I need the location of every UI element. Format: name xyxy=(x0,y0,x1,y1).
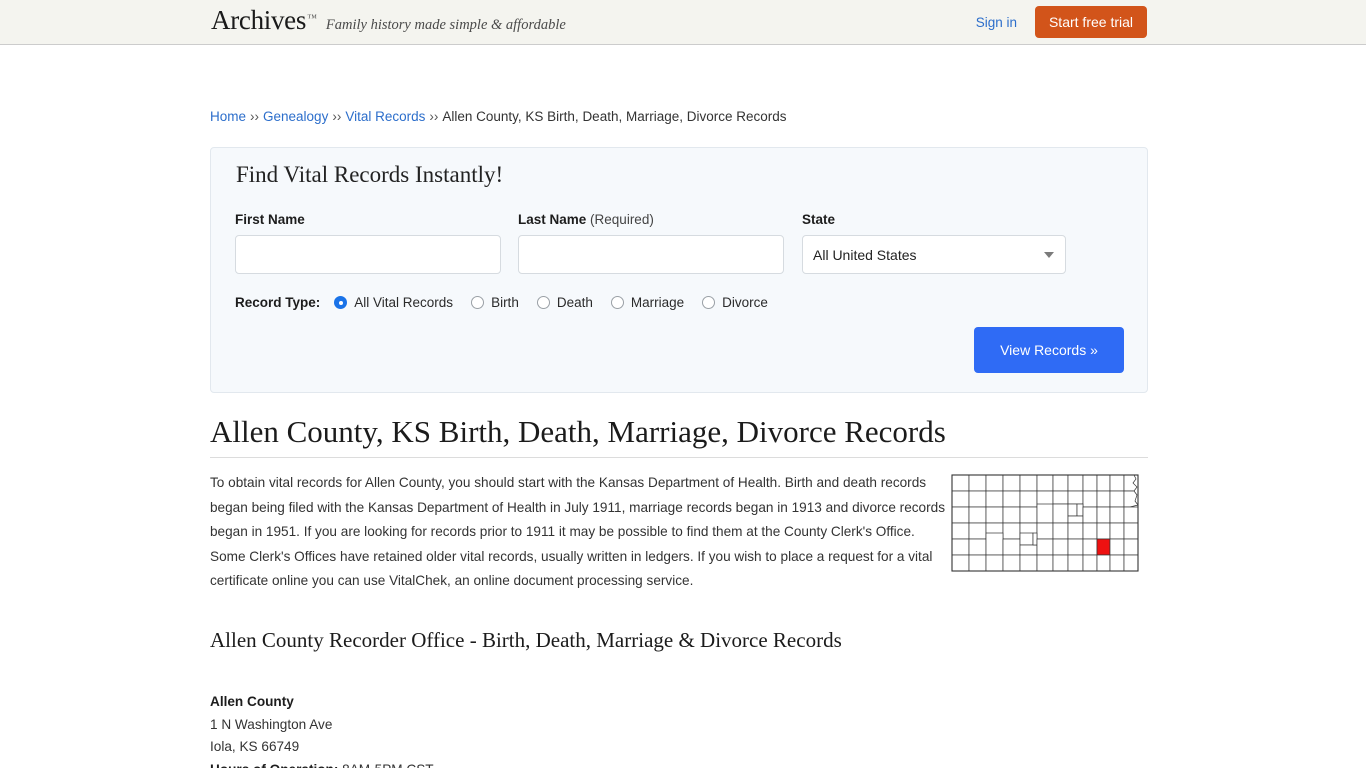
radio-marriage[interactable]: Marriage xyxy=(610,295,685,310)
first-name-input[interactable] xyxy=(235,235,501,274)
breadcrumb-separator: ›› xyxy=(429,109,439,124)
radio-icon xyxy=(536,296,550,309)
site-logo[interactable]: Archives ™ Family history made simple & a… xyxy=(211,7,566,34)
radio-icon xyxy=(702,296,716,309)
kansas-map-svg xyxy=(951,474,1139,572)
state-select[interactable]: All United States xyxy=(802,235,1066,274)
state-field-group: State All United States xyxy=(802,212,1066,274)
state-select-wrap: All United States xyxy=(802,235,1066,274)
radio-death[interactable]: Death xyxy=(536,295,593,310)
last-name-required-note: (Required) xyxy=(590,212,654,227)
radio-label-all-vital-records: All Vital Records xyxy=(354,295,454,310)
office-address-line-2: Iola, KS 66749 xyxy=(210,739,300,754)
record-type-row: Record Type: All Vital Records Birth Dea… xyxy=(235,295,786,310)
kansas-county-map xyxy=(948,469,1148,581)
title-divider xyxy=(210,457,1148,458)
office-hours: Hours of Operation: 8AM-5PM CST xyxy=(210,759,434,768)
breadcrumb-separator: ›› xyxy=(332,109,342,124)
first-name-label: First Name xyxy=(235,212,305,227)
start-free-trial-button[interactable]: Start free trial xyxy=(1034,6,1147,38)
first-name-field-group: First Name xyxy=(235,212,501,274)
recorder-office-title: Allen County Recorder Office - Birth, De… xyxy=(210,628,842,652)
site-header: Archives ™ Family history made simple & a… xyxy=(0,0,1366,45)
radio-label-divorce: Divorce xyxy=(722,295,768,310)
sign-in-link[interactable]: Sign in xyxy=(976,15,1017,30)
breadcrumb-item-home[interactable]: Home xyxy=(210,109,246,124)
office-hours-label: Hours of Operation: xyxy=(210,762,338,768)
allen-county-highlight xyxy=(1096,538,1111,556)
view-records-button[interactable]: View Records » xyxy=(974,327,1124,373)
header-inner: Archives ™ Family history made simple & a… xyxy=(0,0,1366,44)
office-details: Allen County 1 N Washington Ave Iola, KS… xyxy=(210,691,434,768)
vital-records-search-panel: Find Vital Records Instantly! First Name… xyxy=(210,147,1148,393)
page-title: Allen County, KS Birth, Death, Marriage,… xyxy=(210,414,946,449)
trademark-icon: ™ xyxy=(307,13,317,24)
breadcrumb: Home ›› Genealogy ›› Vital Records ›› Allen Co… xyxy=(210,109,787,124)
radio-all-vital-records[interactable]: All Vital Records xyxy=(334,295,453,310)
radio-icon xyxy=(471,296,485,309)
radio-label-marriage: Marriage xyxy=(630,295,685,310)
radio-divorce[interactable]: Divorce xyxy=(702,295,768,310)
breadcrumb-item-vital-records[interactable]: Vital Records xyxy=(345,109,425,124)
header-actions: Sign in Start free trial xyxy=(976,6,1147,38)
logo-text: Archives xyxy=(211,5,307,35)
breadcrumb-separator: ›› xyxy=(250,109,260,124)
search-panel-title: Find Vital Records Instantly! xyxy=(236,162,504,187)
last-name-label-text: Last Name xyxy=(518,212,587,227)
radio-label-death: Death xyxy=(556,295,593,310)
last-name-input[interactable] xyxy=(518,235,784,274)
last-name-label: Last Name (Required) xyxy=(518,212,784,227)
office-hours-value: 8AM-5PM CST xyxy=(342,762,433,768)
office-name: Allen County xyxy=(210,694,294,709)
state-label: State xyxy=(802,212,836,227)
breadcrumb-item-genealogy[interactable]: Genealogy xyxy=(263,109,328,124)
radio-label-birth: Birth xyxy=(491,295,519,310)
breadcrumb-current: Allen County, KS Birth, Death, Marriage,… xyxy=(442,109,787,124)
intro-paragraph: To obtain vital records for Allen County… xyxy=(210,475,946,588)
office-address-line-1: 1 N Washington Ave xyxy=(210,716,333,732)
radio-icon xyxy=(610,296,624,309)
last-name-field-group: Last Name (Required) xyxy=(518,212,784,274)
record-type-label: Record Type: xyxy=(235,295,321,310)
logo-tagline: Family history made simple & affordable xyxy=(325,17,566,33)
radio-icon-checked xyxy=(334,296,348,309)
radio-birth[interactable]: Birth xyxy=(471,295,519,310)
state-selected-value: All United States xyxy=(813,246,917,263)
